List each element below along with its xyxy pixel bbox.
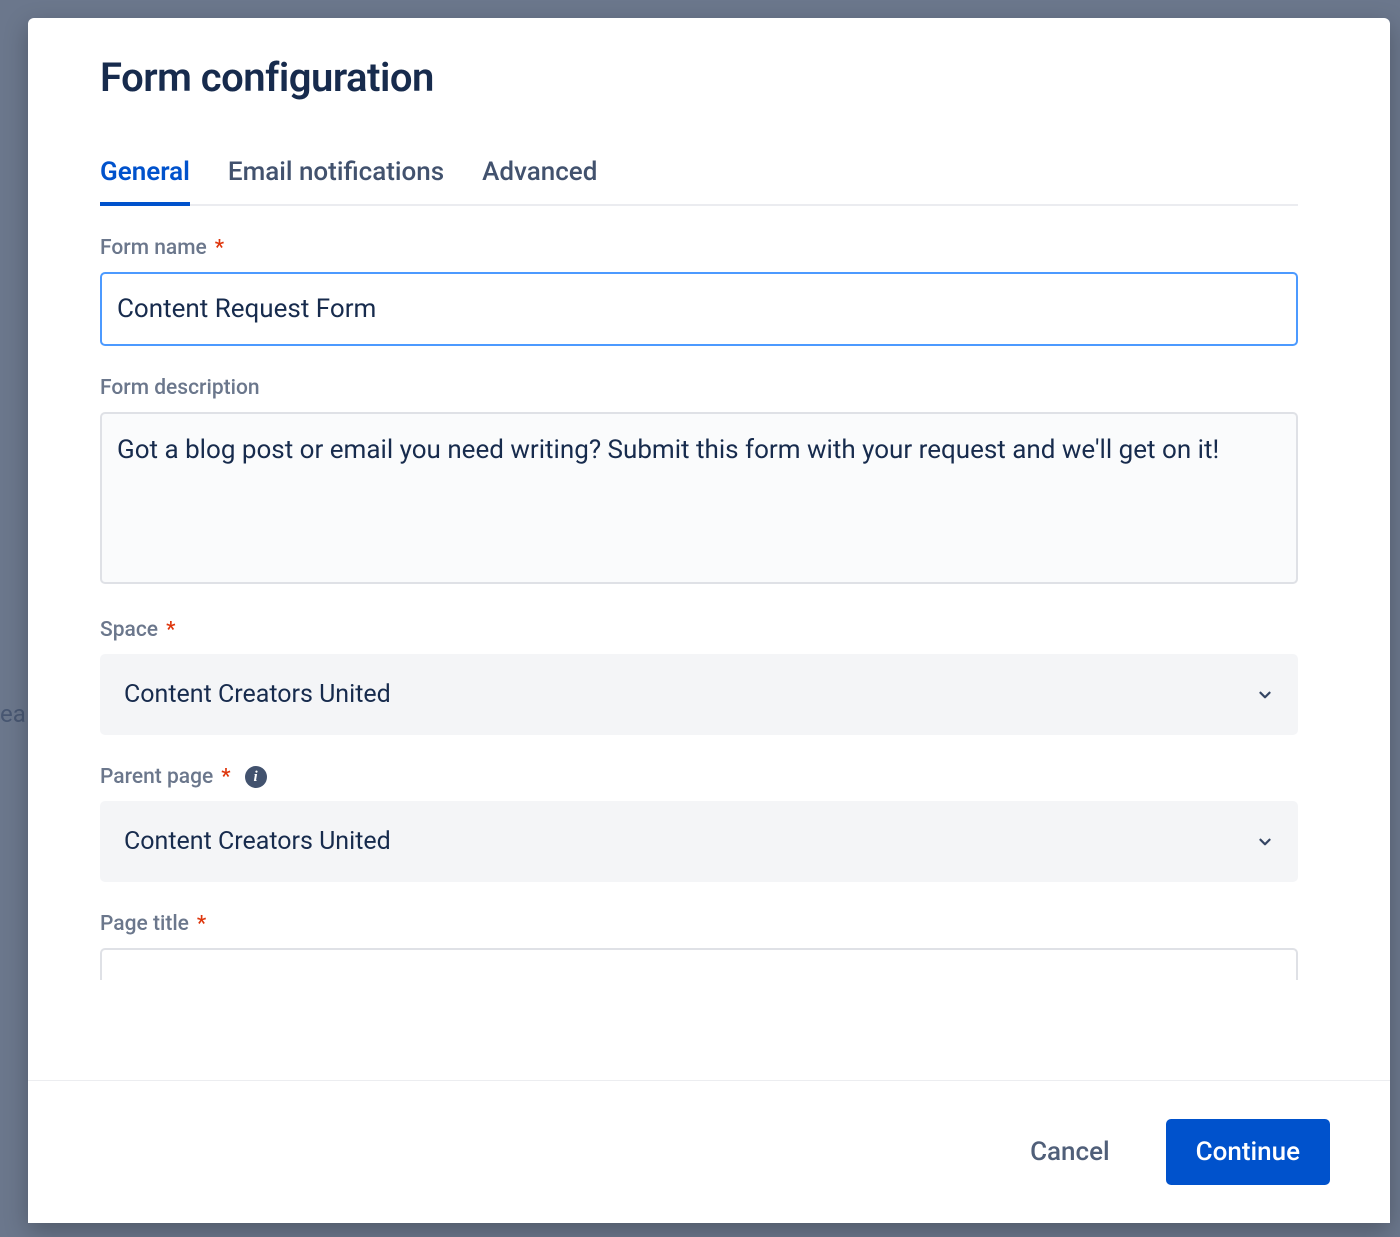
modal-body: Form configuration General Email notific… — [28, 18, 1390, 1080]
tab-general[interactable]: General — [100, 157, 190, 204]
field-group-parent-page: Parent page * i Content Creators United — [100, 765, 1298, 882]
required-marker: * — [215, 236, 224, 260]
parent-page-select[interactable]: Content Creators United — [100, 801, 1298, 882]
form-configuration-modal: Form configuration General Email notific… — [28, 18, 1390, 1223]
field-group-page-title: Page title * — [100, 912, 1298, 980]
background-partial-text: ea — [0, 700, 26, 728]
modal-title: Form configuration — [100, 54, 1298, 101]
tab-bar: General Email notifications Advanced — [100, 157, 1298, 206]
label-text: Form description — [100, 376, 260, 400]
required-marker: * — [166, 618, 175, 642]
space-label: Space * — [100, 618, 1298, 642]
form-name-label: Form name * — [100, 236, 1298, 260]
label-text: Parent page — [100, 765, 213, 789]
form-description-textarea[interactable]: Got a blog post or email you need writin… — [100, 412, 1298, 584]
page-title-input[interactable] — [100, 948, 1298, 980]
page-title-label: Page title * — [100, 912, 1298, 936]
info-icon[interactable]: i — [245, 766, 267, 788]
parent-page-select-value: Content Creators United — [124, 827, 391, 856]
parent-page-label: Parent page * i — [100, 765, 1298, 789]
chevron-down-icon — [1256, 833, 1274, 851]
cancel-button[interactable]: Cancel — [1012, 1125, 1128, 1179]
space-select-value: Content Creators United — [124, 680, 391, 709]
continue-button[interactable]: Continue — [1166, 1119, 1330, 1185]
label-text: Page title — [100, 912, 189, 936]
tab-email-notifications[interactable]: Email notifications — [228, 157, 444, 204]
chevron-down-icon — [1256, 686, 1274, 704]
required-marker: * — [221, 765, 230, 789]
field-group-form-name: Form name * — [100, 236, 1298, 346]
form-name-input[interactable] — [100, 272, 1298, 346]
label-text: Form name — [100, 236, 207, 260]
label-text: Space — [100, 618, 158, 642]
field-group-form-description: Form description Got a blog post or emai… — [100, 376, 1298, 588]
space-select[interactable]: Content Creators United — [100, 654, 1298, 735]
modal-footer: Cancel Continue — [28, 1080, 1390, 1223]
required-marker: * — [197, 912, 206, 936]
field-group-space: Space * Content Creators United — [100, 618, 1298, 735]
tab-advanced[interactable]: Advanced — [482, 157, 597, 204]
form-description-label: Form description — [100, 376, 1298, 400]
